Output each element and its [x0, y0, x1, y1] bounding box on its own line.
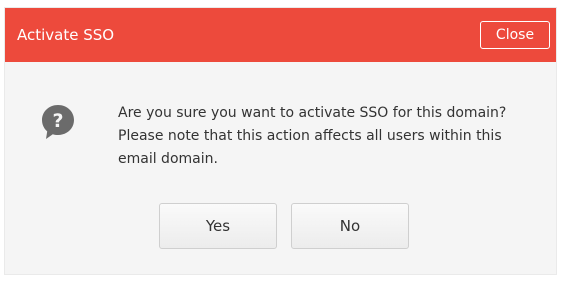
svg-text:?: ?: [52, 110, 63, 132]
confirmation-message: Are you sure you want to activate SSO fo…: [118, 105, 507, 167]
activate-sso-dialog: Activate SSO Close ? Are you sure you wa…: [5, 8, 556, 274]
close-button[interactable]: Close: [480, 21, 550, 49]
no-button[interactable]: No: [291, 203, 409, 249]
yes-button[interactable]: Yes: [159, 203, 277, 249]
dialog-header: Activate SSO Close: [5, 8, 556, 62]
dialog-title: Activate SSO: [17, 26, 115, 44]
question-bubble-icon: ?: [41, 104, 75, 140]
